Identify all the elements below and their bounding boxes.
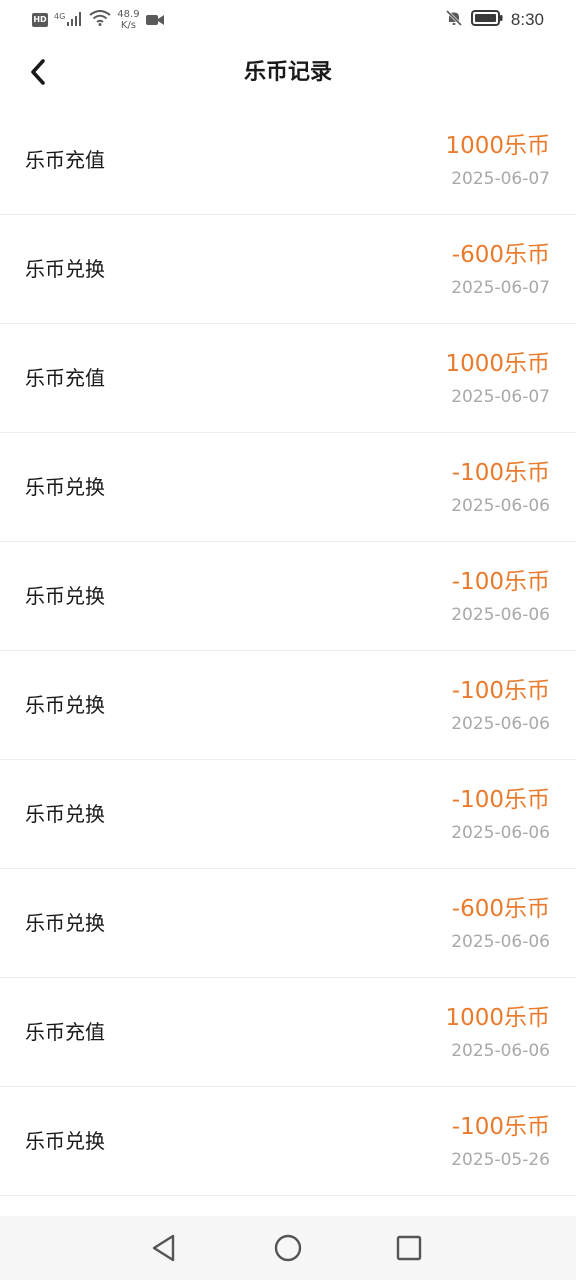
network-type: 4G <box>54 11 66 21</box>
record-type: 乐币充值 <box>25 366 105 390</box>
record-amount: 1000乐币 <box>445 1005 550 1031</box>
system-nav-bar <box>0 1216 576 1280</box>
list-item[interactable]: 乐币兑换 -100乐币 2025-06-06 <box>0 760 576 869</box>
record-type: 乐币兑换 <box>25 802 105 826</box>
record-type: 乐币兑换 <box>25 911 105 935</box>
record-date: 2025-05-26 <box>451 1150 550 1170</box>
record-date: 2025-06-07 <box>451 387 550 407</box>
status-right: 8:30 <box>445 8 544 32</box>
record-type: 乐币充值 <box>25 148 105 172</box>
record-type: 乐币兑换 <box>25 693 105 717</box>
record-amount: -100乐币 <box>451 460 550 486</box>
record-amount: -100乐币 <box>451 678 550 704</box>
nav-home-button[interactable] <box>270 1230 306 1266</box>
record-amount: 1000乐币 <box>445 133 550 159</box>
network-speed: 48.9 K/s <box>117 9 139 31</box>
record-amount: -600乐币 <box>451 896 550 922</box>
status-left: HD 4G 48.9 K/s <box>32 8 164 32</box>
list-item[interactable]: 乐币兑换 -100乐币 2025-06-06 <box>0 433 576 542</box>
record-type: 乐币兑换 <box>25 257 105 281</box>
record-date: 2025-06-06 <box>451 714 550 734</box>
page-title: 乐币记录 <box>243 60 332 85</box>
list-item[interactable]: 乐币兑换 -100乐币 2025-06-06 <box>0 651 576 760</box>
list-item[interactable]: 乐币充值 1000乐币 2025-06-07 <box>0 106 576 215</box>
record-date: 2025-06-07 <box>451 278 550 298</box>
record-date: 2025-06-06 <box>451 1041 550 1061</box>
record-date: 2025-06-06 <box>451 932 550 952</box>
list-item[interactable]: 乐币兑换 -100乐币 2025-06-06 <box>0 542 576 651</box>
speed-value: 48.9 <box>117 9 140 20</box>
record-date: 2025-06-06 <box>451 496 550 516</box>
record-list: 乐币充值 1000乐币 2025-06-07 乐币兑换 -600乐币 2025-… <box>0 106 576 1196</box>
list-item[interactable]: 乐币兑换 -600乐币 2025-06-06 <box>0 869 576 978</box>
record-date: 2025-06-06 <box>451 823 550 843</box>
list-item[interactable]: 乐币充值 1000乐币 2025-06-07 <box>0 324 576 433</box>
record-date: 2025-06-07 <box>451 169 550 189</box>
record-amount: 1000乐币 <box>445 351 550 377</box>
square-recent-icon <box>396 1235 422 1261</box>
video-camera-icon <box>145 11 164 30</box>
record-type: 乐币充值 <box>25 1020 105 1044</box>
app-header: 乐币记录 <box>0 40 576 106</box>
record-amount: -600乐币 <box>451 242 550 268</box>
record-type: 乐币兑换 <box>25 1129 105 1153</box>
hd-badge: HD <box>32 13 48 27</box>
list-item[interactable]: 乐币兑换 -100乐币 2025-05-26 <box>0 1087 576 1196</box>
list-item[interactable]: 乐币充值 1000乐币 2025-06-06 <box>0 978 576 1087</box>
record-amount: -100乐币 <box>451 787 550 813</box>
battery-icon <box>470 10 503 30</box>
status-time: 8:30 <box>510 10 544 29</box>
speed-unit: K/s <box>120 20 136 31</box>
record-type: 乐币兑换 <box>25 584 105 608</box>
list-item[interactable]: 乐币兑换 -600乐币 2025-06-07 <box>0 215 576 324</box>
nav-back-button[interactable] <box>146 1230 182 1266</box>
record-amount: -100乐币 <box>451 1114 550 1140</box>
wifi-icon <box>89 10 111 30</box>
record-type: 乐币兑换 <box>25 475 105 499</box>
nav-recent-button[interactable] <box>391 1230 427 1266</box>
signal-icon <box>67 11 83 30</box>
triangle-back-icon <box>152 1234 175 1262</box>
status-bar: HD 4G 48.9 K/s 8:30 <box>0 0 576 40</box>
circle-home-icon <box>274 1234 302 1262</box>
record-amount: -100乐币 <box>451 569 550 595</box>
bell-muted-icon <box>445 9 463 31</box>
record-date: 2025-06-06 <box>451 605 550 625</box>
